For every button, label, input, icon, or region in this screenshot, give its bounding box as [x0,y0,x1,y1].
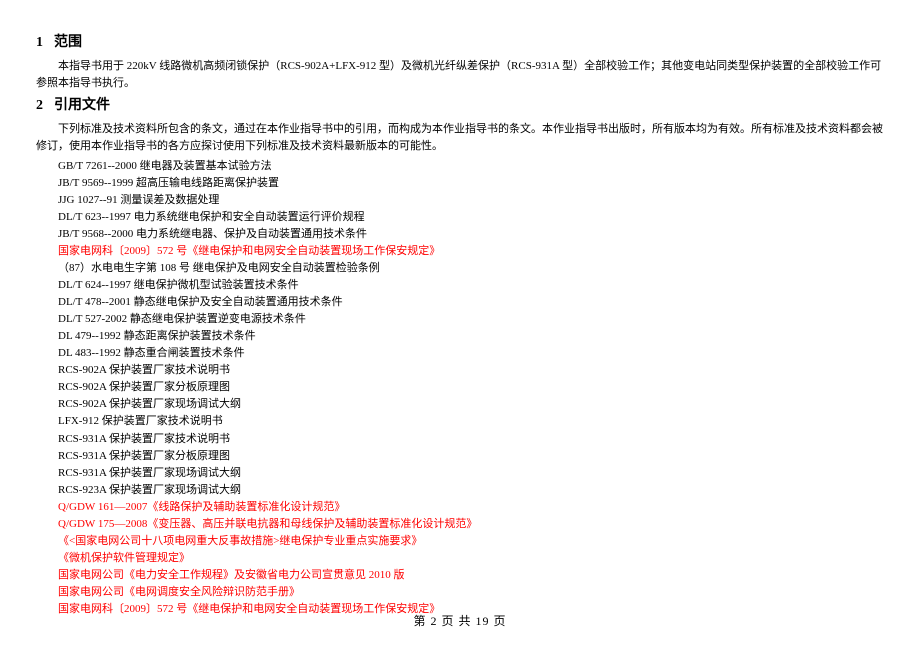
reference-item: DL/T 527-2002 静态继电保护装置逆变电源技术条件 [58,311,884,328]
section-1-para: 本指导书用于 220kV 线路微机高频闭锁保护（RCS-902A+LFX-912… [36,58,884,93]
reference-item: Q/GDW 161—2007《线路保护及辅助装置标准化设计规范》 [58,499,884,516]
reference-item: RCS-931A 保护装置厂家分板原理图 [58,448,884,465]
reference-item: RCS-931A 保护装置厂家现场调试大纲 [58,465,884,482]
reference-list: GB/T 7261--2000 继电器及装置基本试验方法JB/T 9569--1… [58,158,884,618]
section-2-title: 引用文件 [54,98,110,113]
reference-item: 《微机保护软件管理规定》 [58,550,884,567]
page-footer: 第 2 页 共 19 页 [0,612,920,631]
reference-item: （87）水电电生字第 108 号 继电保护及电网安全自动装置检验条例 [58,260,884,277]
section-2-heading: 2引用文件 [36,95,884,117]
reference-item: 国家电网公司《电网调度安全风险辩识防范手册》 [58,584,884,601]
section-1-num: 1 [36,32,54,54]
reference-item: RCS-902A 保护装置厂家技术说明书 [58,362,884,379]
reference-item: 《<国家电网公司十八项电网重大反事故措施>继电保护专业重点实施要求》 [58,533,884,550]
reference-item: RCS-902A 保护装置厂家现场调试大纲 [58,396,884,413]
section-2-num: 2 [36,95,54,117]
section-1-title: 范围 [54,35,82,50]
reference-item: JB/T 9568--2000 电力系统继电器、保护及自动装置通用技术条件 [58,226,884,243]
reference-item: RCS-923A 保护装置厂家现场调试大纲 [58,482,884,499]
reference-item: DL/T 478--2001 静态继电保护及安全自动装置通用技术条件 [58,294,884,311]
reference-item: RCS-902A 保护装置厂家分板原理图 [58,379,884,396]
reference-item: DL 483--1992 静态重合闸装置技术条件 [58,345,884,362]
reference-item: GB/T 7261--2000 继电器及装置基本试验方法 [58,158,884,175]
reference-item: 国家电网科〔2009〕572 号《继电保护和电网安全自动装置现场工作保安规定》 [58,243,884,260]
reference-item: DL/T 624--1997 继电保护微机型试验装置技术条件 [58,277,884,294]
reference-item: LFX-912 保护装置厂家技术说明书 [58,413,884,430]
reference-item: RCS-931A 保护装置厂家技术说明书 [58,431,884,448]
section-1-heading: 1范围 [36,32,884,54]
reference-item: JJG 1027--91 测量误差及数据处理 [58,192,884,209]
reference-item: 国家电网公司《电力安全工作规程》及安徽省电力公司宣贯意见 2010 版 [58,567,884,584]
reference-item: DL 479--1992 静态距离保护装置技术条件 [58,328,884,345]
reference-item: DL/T 623--1997 电力系统继电保护和安全自动装置运行评价规程 [58,209,884,226]
reference-item: JB/T 9569--1999 超高压输电线路距离保护装置 [58,175,884,192]
reference-item: Q/GDW 175—2008《变压器、高压并联电抗器和母线保护及辅助装置标准化设… [58,516,884,533]
section-2-para: 下列标准及技术资料所包含的条文，通过在本作业指导书中的引用，而构成为本作业指导书… [36,121,884,156]
